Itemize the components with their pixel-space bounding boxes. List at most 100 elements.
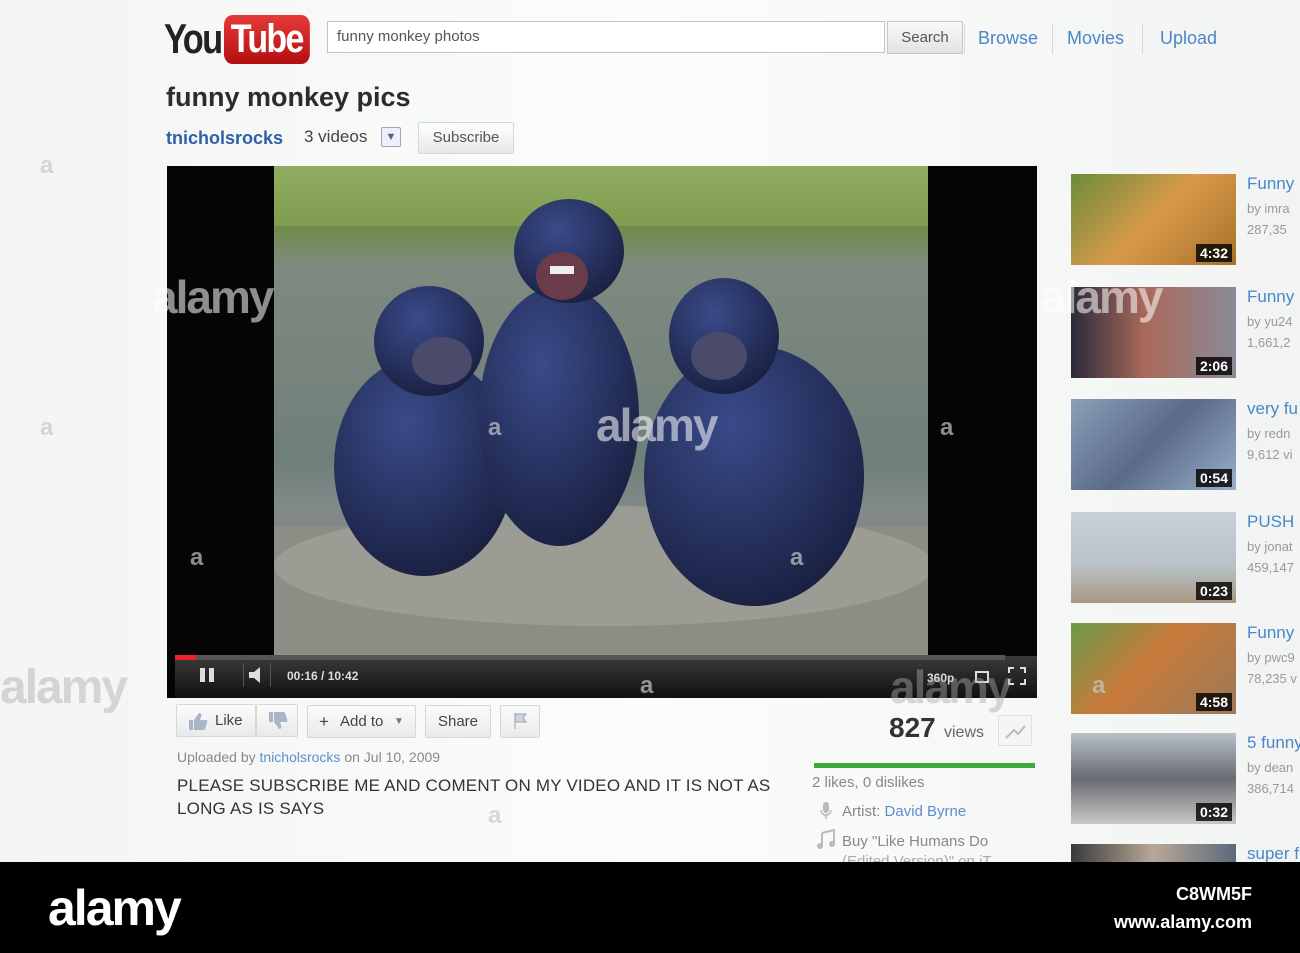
share-button[interactable]: Share bbox=[425, 705, 491, 738]
stats-button[interactable] bbox=[998, 715, 1032, 746]
upload-date: on Jul 10, 2009 bbox=[344, 749, 441, 765]
uploaded-prefix: Uploaded by bbox=[177, 749, 256, 765]
view-count: 827 bbox=[889, 712, 936, 743]
video-thumbnail[interactable]: 0:23 bbox=[1071, 512, 1236, 603]
chart-icon bbox=[1005, 725, 1026, 739]
watermark-a: a bbox=[488, 414, 502, 441]
video-thumbnail[interactable]: 0:32 bbox=[1071, 733, 1236, 824]
progress-fill bbox=[175, 655, 196, 660]
channel-link[interactable]: tnicholsrocks bbox=[166, 128, 283, 149]
duration-badge: 2:06 bbox=[1195, 357, 1232, 375]
related-author: by redn bbox=[1247, 426, 1291, 441]
search-input[interactable]: funny monkey photos bbox=[327, 21, 885, 53]
related-title[interactable]: 5 funny bbox=[1247, 733, 1300, 753]
watermark-text: alamy bbox=[1041, 271, 1163, 323]
logo-you-text: You bbox=[164, 15, 223, 62]
nav-divider bbox=[1142, 24, 1143, 54]
uploaded-by-line: Uploaded by tnicholsrocks on Jul 10, 200… bbox=[177, 749, 440, 765]
progress-track[interactable] bbox=[175, 655, 1005, 660]
nav-upload[interactable]: Upload bbox=[1160, 28, 1217, 49]
alamy-logo: alamy bbox=[48, 880, 182, 936]
watermark-a: a bbox=[190, 544, 204, 571]
related-video[interactable]: super f bbox=[1071, 844, 1300, 862]
uploader-link[interactable]: tnicholsrocks bbox=[260, 749, 341, 765]
related-title[interactable]: Funny bbox=[1247, 287, 1294, 307]
related-views: 386,714 bbox=[1247, 781, 1294, 796]
video-title: funny monkey pics bbox=[166, 82, 411, 112]
watermark-text: alamy bbox=[596, 399, 718, 451]
like-label: Like bbox=[215, 712, 243, 729]
watermark-text: alamy bbox=[152, 271, 274, 323]
watermark-footer: alamy C8WM5F www.alamy.com bbox=[0, 862, 1300, 953]
thumbs-up-icon bbox=[189, 713, 208, 730]
related-video[interactable]: 0:54 very fu by redn 9,612 vi bbox=[1071, 399, 1300, 491]
duration-badge: 4:58 bbox=[1195, 693, 1232, 711]
buy-link-cont[interactable]: (Edited Version)" on iT... bbox=[842, 853, 1002, 862]
flag-button[interactable] bbox=[500, 705, 540, 738]
music-note-icon bbox=[815, 828, 837, 851]
like-ratio-bar bbox=[814, 763, 1035, 768]
related-video[interactable]: 0:32 5 funny by dean 386,714 bbox=[1071, 733, 1300, 825]
related-title[interactable]: very fu bbox=[1247, 399, 1298, 419]
logo-tube-text: Tube bbox=[224, 14, 310, 64]
pause-icon[interactable] bbox=[200, 668, 205, 682]
related-author: by imra bbox=[1247, 201, 1290, 216]
image-code: C8WM5F bbox=[1176, 884, 1252, 904]
channel-video-count: 3 videos bbox=[304, 127, 368, 146]
video-thumbnail[interactable]: 4:58 bbox=[1071, 623, 1236, 714]
video-description: PLEASE SUBSCRIBE ME AND COMENT ON MY VID… bbox=[177, 776, 771, 818]
related-author: by jonat bbox=[1247, 539, 1293, 554]
watermark-a: a bbox=[40, 152, 54, 179]
related-views: 287,35 bbox=[1247, 222, 1287, 237]
search-button[interactable]: Search bbox=[887, 21, 963, 54]
nav-browse[interactable]: Browse bbox=[978, 28, 1038, 49]
nav-movies[interactable]: Movies bbox=[1067, 28, 1124, 49]
watermark-a: a bbox=[790, 544, 804, 571]
duration-badge: 0:23 bbox=[1195, 582, 1232, 600]
related-author: by dean bbox=[1247, 760, 1294, 775]
time-display: 00:16 / 10:42 bbox=[287, 669, 359, 683]
artist-line: Artist: David Byrne bbox=[842, 803, 966, 820]
duration-badge: 0:32 bbox=[1195, 803, 1232, 821]
video-thumbnail[interactable]: 4:32 bbox=[1071, 174, 1236, 265]
related-author: by yu24 bbox=[1247, 314, 1293, 329]
watermark-a: a bbox=[40, 414, 54, 441]
flag-icon bbox=[514, 713, 527, 729]
watermark-a: a bbox=[488, 802, 502, 829]
video-thumbnail[interactable] bbox=[1071, 844, 1236, 862]
thumbs-down-icon bbox=[269, 712, 288, 729]
views-label: views bbox=[944, 724, 985, 741]
chevron-down-icon[interactable]: ▼ bbox=[381, 127, 401, 147]
add-to-button[interactable]: + Add to ▼ bbox=[307, 705, 416, 738]
pause-icon-bar bbox=[209, 668, 214, 682]
duration-badge: 4:32 bbox=[1195, 244, 1232, 262]
youtube-logo[interactable]: You Tube bbox=[164, 12, 325, 66]
volume-icon[interactable] bbox=[243, 663, 271, 687]
watermark-a: a bbox=[1092, 672, 1106, 699]
related-video[interactable]: 4:58 Funny by pwc9 78,235 v bbox=[1071, 623, 1300, 715]
watermark-a: a bbox=[940, 414, 954, 441]
related-title[interactable]: super f bbox=[1247, 844, 1299, 862]
related-views: 9,612 vi bbox=[1247, 447, 1293, 462]
watermark-a: a bbox=[640, 672, 654, 699]
buy-link[interactable]: Buy "Like Humans Do bbox=[842, 833, 988, 850]
microphone-icon bbox=[818, 801, 834, 821]
dislike-button[interactable] bbox=[256, 704, 298, 737]
related-title[interactable]: PUSH bbox=[1247, 512, 1294, 532]
duration-badge: 0:54 bbox=[1195, 469, 1232, 487]
related-title[interactable]: Funny bbox=[1247, 623, 1294, 643]
video-thumbnail[interactable]: 0:54 bbox=[1071, 399, 1236, 490]
subscribe-button[interactable]: Subscribe bbox=[418, 122, 514, 154]
artist-label: Artist: bbox=[842, 803, 881, 820]
related-video[interactable]: 0:23 PUSH by jonat 459,147 bbox=[1071, 512, 1300, 604]
related-video[interactable]: 4:32 Funny by imra 287,35 bbox=[1071, 174, 1300, 266]
related-title[interactable]: Funny bbox=[1247, 174, 1294, 194]
related-author: by pwc9 bbox=[1247, 650, 1295, 665]
like-button[interactable]: Like bbox=[176, 704, 256, 737]
nav-divider bbox=[964, 24, 965, 54]
related-views: 1,661,2 bbox=[1247, 335, 1291, 350]
chevron-down-icon: ▼ bbox=[394, 716, 404, 727]
add-to-label: Add to bbox=[340, 713, 384, 730]
browser-viewport: You Tube funny monkey photos Search Brow… bbox=[0, 0, 1300, 862]
artist-link[interactable]: David Byrne bbox=[885, 803, 967, 820]
